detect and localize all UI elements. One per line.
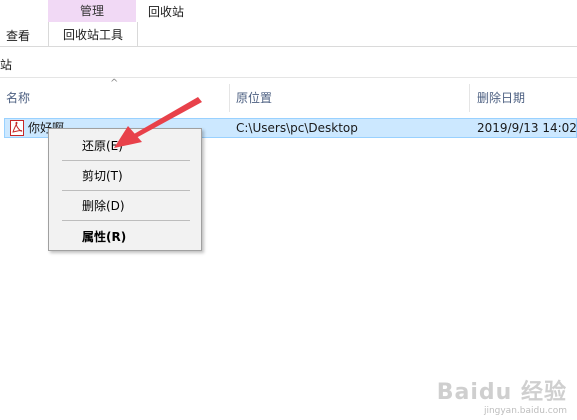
watermark-logo: Baidu 经验 (436, 380, 567, 405)
watermark-url: jingyan.baidu.com (483, 406, 567, 416)
watermark: Baidu 经验 jingyan.baidu.com (437, 374, 567, 416)
annotation-arrow (114, 97, 202, 148)
